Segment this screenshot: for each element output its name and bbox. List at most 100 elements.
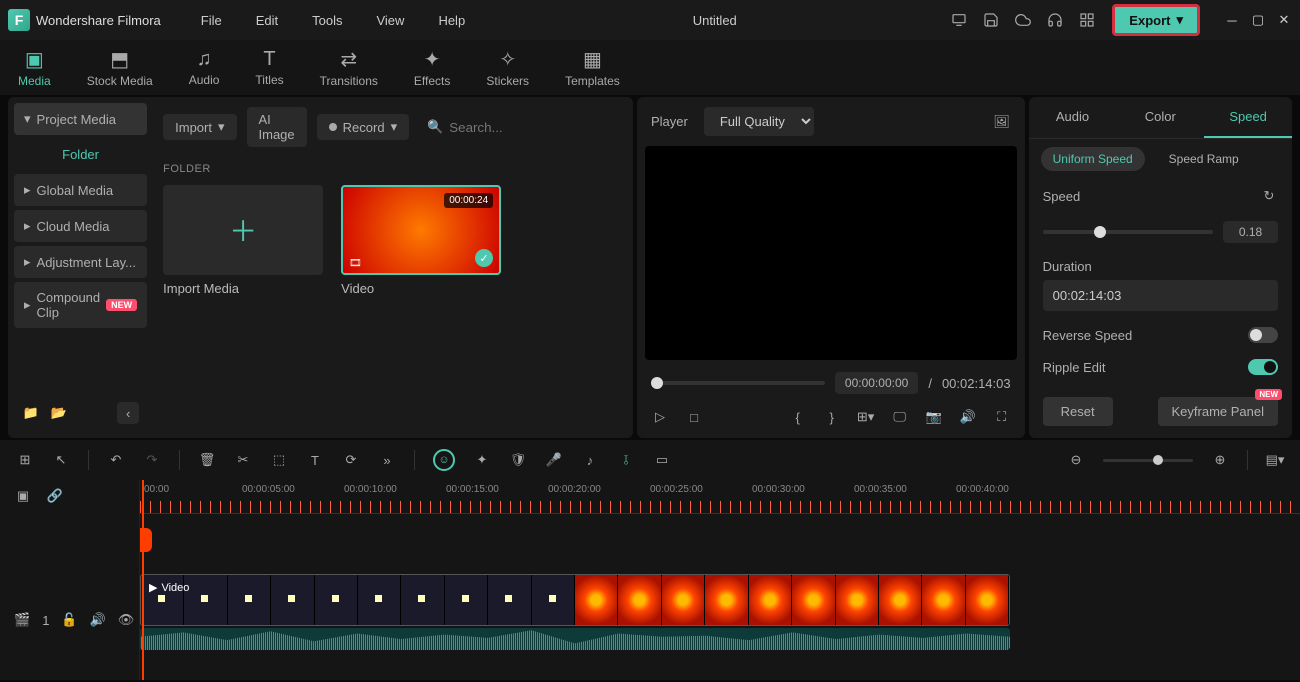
display-icon[interactable]: 🖵 xyxy=(891,408,909,426)
music-icon[interactable]: ♪ xyxy=(581,453,599,468)
visibility-icon[interactable]: 👁 xyxy=(118,612,135,628)
quality-dropdown[interactable]: Full Quality xyxy=(704,107,814,136)
cursor-icon[interactable]: ↖ xyxy=(52,452,70,468)
tab-effects[interactable]: ✦Effects xyxy=(396,40,468,95)
duration-field[interactable] xyxy=(1043,280,1278,311)
reset-button[interactable]: Reset xyxy=(1043,397,1113,426)
play-icon[interactable]: ▷ xyxy=(651,408,669,426)
reset-speed-icon[interactable]: ↻ xyxy=(1260,187,1278,205)
collapse-sidebar-icon[interactable]: ‹ xyxy=(117,402,139,424)
mute-icon[interactable]: 🔊 xyxy=(90,612,106,628)
plus-icon: ＋ xyxy=(229,210,257,250)
new-folder-icon[interactable]: 📁 xyxy=(22,404,40,422)
delete-icon[interactable]: 🗑 xyxy=(198,452,216,468)
sidebar-compound-clip[interactable]: ▸Compound ClipNEW xyxy=(14,282,147,328)
menu-edit[interactable]: Edit xyxy=(242,7,292,34)
tab-stickers[interactable]: ✧Stickers xyxy=(468,40,547,95)
aspect-icon[interactable]: ⊞▾ xyxy=(857,408,875,426)
rotate-icon[interactable]: ⟳ xyxy=(342,452,360,468)
playhead[interactable] xyxy=(142,480,144,680)
subtab-speed-ramp[interactable]: Speed Ramp xyxy=(1157,147,1251,171)
shield-icon[interactable]: 🛡 xyxy=(509,452,527,468)
record-dropdown[interactable]: Record▾ xyxy=(317,114,409,140)
crop-icon[interactable]: ⬚ xyxy=(270,452,288,468)
view-options-icon[interactable]: ▤▾ xyxy=(1266,452,1284,468)
time-ruler[interactable]: 00:00 00:00:05:00 00:00:10:00 00:00:15:0… xyxy=(140,480,1300,514)
maximize-icon[interactable]: ▢ xyxy=(1250,12,1266,28)
apps-icon[interactable] xyxy=(1078,11,1096,29)
redo-icon[interactable]: ↷ xyxy=(143,452,161,468)
grid-icon[interactable]: ⊞ xyxy=(16,452,34,468)
tab-audio[interactable]: ♫Audio xyxy=(171,40,238,95)
desktop-icon[interactable] xyxy=(950,11,968,29)
headphones-icon[interactable] xyxy=(1046,11,1064,29)
speed-value[interactable]: 0.18 xyxy=(1223,221,1278,243)
undo-icon[interactable]: ↶ xyxy=(107,452,125,468)
sidebar-global-media[interactable]: ▸Global Media xyxy=(14,174,147,206)
tab-templates[interactable]: ▦Templates xyxy=(547,40,638,95)
stop-icon[interactable]: □ xyxy=(685,408,703,426)
tab-transitions[interactable]: ⇄Transitions xyxy=(302,40,396,95)
import-media-thumb[interactable]: ＋ Import Media xyxy=(163,185,323,296)
playback-scrubber[interactable] xyxy=(651,381,825,385)
audio-clip[interactable] xyxy=(140,628,1010,650)
minimize-icon[interactable]: ─ xyxy=(1224,12,1240,28)
folder-plus-icon[interactable]: 📂 xyxy=(50,404,68,422)
tab-color-props[interactable]: Color xyxy=(1116,97,1204,138)
snapshot-icon[interactable]: 🖼 xyxy=(993,113,1011,131)
video-thumb[interactable]: 00:00:24 ✓ 🎞 Video xyxy=(341,185,501,296)
zoom-slider[interactable] xyxy=(1103,459,1193,462)
export-button[interactable]: Export ▾ xyxy=(1112,4,1200,36)
tab-stock-media[interactable]: ⬒Stock Media xyxy=(69,40,171,95)
timeline-track-header: ▣ 🔗 🎬1 🔓 🔊 👁 xyxy=(0,480,140,680)
keyframe-panel-button[interactable]: Keyframe Panel NEW xyxy=(1158,397,1279,426)
menu-file[interactable]: File xyxy=(187,7,236,34)
video-track-icon[interactable]: 🎬 xyxy=(14,612,30,628)
tab-media[interactable]: ▣Media xyxy=(0,40,69,95)
tab-speed-props[interactable]: Speed xyxy=(1204,97,1292,138)
more-tools-icon[interactable]: » xyxy=(378,453,396,468)
lock-icon[interactable]: 🔓 xyxy=(61,612,77,628)
reverse-label: Reverse Speed xyxy=(1043,328,1133,343)
search-input[interactable] xyxy=(449,120,626,135)
menu-help[interactable]: Help xyxy=(424,7,479,34)
marker-icon[interactable]: ▭ xyxy=(653,452,671,468)
close-icon[interactable]: ✕ xyxy=(1276,12,1292,28)
save-icon[interactable] xyxy=(982,11,1000,29)
cut-icon[interactable]: ✂ xyxy=(234,452,252,468)
adjust-icon[interactable]: ⫱ xyxy=(617,452,635,468)
sidebar-folder[interactable]: Folder xyxy=(14,139,147,170)
sidebar-adjustment-layer[interactable]: ▸Adjustment Lay... xyxy=(14,246,147,278)
timeline-tracks[interactable]: 00:00 00:00:05:00 00:00:10:00 00:00:15:0… xyxy=(140,480,1300,680)
video-clip[interactable]: ▶Video xyxy=(140,574,1010,626)
subtab-uniform-speed[interactable]: Uniform Speed xyxy=(1041,147,1145,171)
face-icon[interactable]: ☺ xyxy=(433,449,455,471)
brace-left-icon[interactable]: { xyxy=(789,408,807,426)
ai-image-button[interactable]: AI Image xyxy=(247,107,307,147)
tab-titles[interactable]: TTitles xyxy=(237,40,301,95)
preview-screen[interactable] xyxy=(645,146,1017,360)
tab-audio-props[interactable]: Audio xyxy=(1029,97,1117,138)
fullscreen-icon[interactable]: ⛶ xyxy=(993,408,1011,426)
mic-icon[interactable]: 🎤 xyxy=(545,452,563,468)
import-dropdown[interactable]: Import▾ xyxy=(163,114,236,140)
ripple-toggle[interactable] xyxy=(1248,359,1278,375)
chevron-down-icon: ▾ xyxy=(24,111,31,127)
zoom-out-icon[interactable]: ⊖ xyxy=(1067,452,1085,468)
new-badge: NEW xyxy=(1255,389,1282,400)
link-icon[interactable]: 🔗 xyxy=(46,488,64,504)
brace-right-icon[interactable]: } xyxy=(823,408,841,426)
sidebar-cloud-media[interactable]: ▸Cloud Media xyxy=(14,210,147,242)
menu-view[interactable]: View xyxy=(362,7,418,34)
text-icon[interactable]: T xyxy=(306,453,324,468)
camera-icon[interactable]: 📷 xyxy=(925,408,943,426)
volume-icon[interactable]: 🔊 xyxy=(959,408,977,426)
speed-slider[interactable] xyxy=(1043,230,1213,234)
zoom-in-icon[interactable]: ⊕ xyxy=(1211,452,1229,468)
menu-tools[interactable]: Tools xyxy=(298,7,356,34)
sidebar-project-media[interactable]: ▾ Project Media xyxy=(14,103,147,135)
track-grid-icon[interactable]: ▣ xyxy=(14,488,32,504)
cloud-icon[interactable] xyxy=(1014,11,1032,29)
sparkle-icon[interactable]: ✦ xyxy=(473,452,491,468)
reverse-toggle[interactable] xyxy=(1248,327,1278,343)
